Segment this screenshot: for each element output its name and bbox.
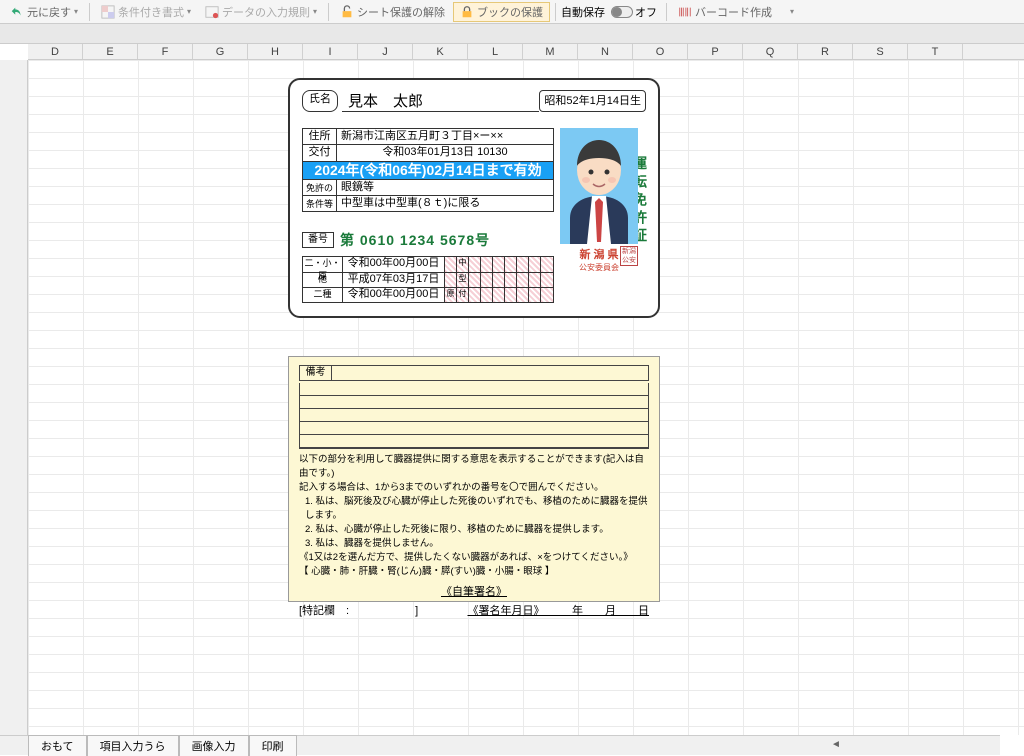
- column-header[interactable]: H: [248, 44, 303, 59]
- column-header[interactable]: I: [303, 44, 358, 59]
- row-headers: [0, 60, 28, 735]
- sheet-tab[interactable]: 印刷: [249, 735, 297, 756]
- cond-label-2: 条件等: [303, 196, 337, 211]
- date-value-1: 令和00年00月00日: [343, 257, 445, 272]
- column-header[interactable]: R: [798, 44, 853, 59]
- license-card-back: 備考 以下の部分を利用して臓器提供に関する意思を表示することができます(記入は自…: [288, 356, 660, 602]
- column-header[interactable]: N: [578, 44, 633, 59]
- column-header[interactable]: K: [413, 44, 468, 59]
- toolbar: 元に戻す ▾ 条件付き書式 ▾ データの入力規則 ▾ シート保護の解除 ブックの…: [0, 0, 1024, 24]
- sheet-tabs: おもて項目入力うら画像入力印刷: [0, 735, 1000, 755]
- addr-value: 新潟市江南区五月町３丁目×ー××: [337, 129, 553, 144]
- chevron-down-icon: ▾: [313, 7, 317, 16]
- num-label: 番号: [302, 232, 334, 248]
- column-headers: DEFGHIJKLMNOPQRST: [28, 44, 1024, 60]
- cond-format-label: 条件付き書式: [118, 4, 184, 20]
- separator: [328, 3, 329, 21]
- lock-icon: [460, 5, 474, 19]
- license-photo: [560, 128, 638, 244]
- date-label-2: 他: [303, 273, 343, 287]
- date-value-2: 平成07年03月17日: [343, 273, 445, 287]
- unlock-icon: [340, 5, 354, 19]
- license-card-front: 氏名 見本 太郎 昭和52年1月14日生 住所 新潟市江南区五月町３丁目×ー××…: [288, 78, 660, 318]
- seal: 新潟公安: [620, 246, 638, 266]
- column-header[interactable]: O: [633, 44, 688, 59]
- barcode-button[interactable]: バーコード作成: [672, 2, 778, 22]
- sheet-tab[interactable]: おもて: [28, 735, 87, 756]
- autosave-label: 自動保存: [561, 4, 605, 20]
- notes-lines: [299, 383, 649, 449]
- scroll-left-button[interactable]: ◄: [828, 735, 844, 755]
- sheet-tab[interactable]: 画像入力: [179, 735, 249, 756]
- date-label-1: 二・小・原: [303, 257, 343, 272]
- sheet-tab[interactable]: 項目入力うら: [87, 735, 179, 756]
- undo-button[interactable]: 元に戻す ▾: [4, 2, 84, 22]
- toggle-icon: [611, 6, 633, 18]
- validation-icon: [205, 5, 219, 19]
- autosave-state: オフ: [635, 4, 657, 20]
- cond-label-1: 免許の: [303, 180, 337, 195]
- spreadsheet-grid[interactable]: 氏名 見本 太郎 昭和52年1月14日生 住所 新潟市江南区五月町３丁目×ー××…: [28, 60, 1024, 735]
- column-header[interactable]: E: [83, 44, 138, 59]
- grid-icon: [101, 5, 115, 19]
- formula-bar-area: [0, 24, 1024, 44]
- column-header[interactable]: S: [853, 44, 908, 59]
- protect-book-label: ブックの保護: [477, 4, 543, 20]
- date-label-3: 二種: [303, 288, 343, 302]
- name-label: 氏名: [302, 90, 338, 112]
- issue-value: 令和03年01月13日 10130: [337, 145, 553, 161]
- column-header[interactable]: G: [193, 44, 248, 59]
- column-header[interactable]: F: [138, 44, 193, 59]
- chevron-down-icon: ▾: [187, 7, 191, 16]
- chevron-down-icon: ▾: [74, 7, 78, 16]
- data-validation-button[interactable]: データの入力規則 ▾: [199, 2, 323, 22]
- cond-format-button[interactable]: 条件付き書式 ▾: [95, 2, 197, 22]
- cond-value-1: 眼鏡等: [337, 180, 553, 195]
- chevron-down-icon: ▾: [790, 7, 794, 16]
- column-header[interactable]: P: [688, 44, 743, 59]
- separator: [555, 3, 556, 21]
- undo-icon: [10, 5, 24, 19]
- valid-until: 2024年(令和06年)02月14日まで有効: [302, 162, 554, 180]
- column-header[interactable]: J: [358, 44, 413, 59]
- signature-row: [特記欄 : ] 《署名年月日》 年 月 日: [299, 602, 649, 618]
- column-header[interactable]: L: [468, 44, 523, 59]
- column-header[interactable]: Q: [743, 44, 798, 59]
- donation-text: 以下の部分を利用して臓器提供に関する意思を表示することができます(記入は自由です…: [299, 453, 649, 579]
- notes-field: [332, 366, 648, 380]
- notes-label: 備考: [300, 366, 332, 380]
- undo-label: 元に戻す: [27, 4, 71, 20]
- name-value: 見本 太郎: [342, 90, 539, 112]
- autosave-toggle[interactable]: オフ: [611, 4, 657, 20]
- unprotect-sheet-label: シート保護の解除: [357, 4, 445, 20]
- num-value: 第 0610 1234 5678号: [340, 230, 490, 250]
- separator: [89, 3, 90, 21]
- column-header[interactable]: M: [523, 44, 578, 59]
- sign-date: 《署名年月日》 年 月 日: [468, 602, 650, 618]
- signature-label: 《自筆署名》: [299, 583, 649, 599]
- date-value-3: 令和00年00月00日: [343, 288, 445, 302]
- column-header[interactable]: T: [908, 44, 963, 59]
- issue-label: 交付: [303, 145, 337, 161]
- data-validation-label: データの入力規則: [222, 4, 310, 20]
- protect-book-button[interactable]: ブックの保護: [453, 2, 550, 22]
- unprotect-sheet-button[interactable]: シート保護の解除: [334, 2, 451, 22]
- barcode-icon: [678, 5, 692, 19]
- separator: [666, 3, 667, 21]
- license-dates-table: 二・小・原 令和00年00月00日 中 他 平成07: [302, 256, 554, 303]
- cond-value-2: 中型車は中型車(８ｔ)に限る: [337, 196, 553, 211]
- barcode-label: バーコード作成: [695, 4, 772, 20]
- column-header[interactable]: D: [28, 44, 83, 59]
- addr-label: 住所: [303, 129, 337, 144]
- birth-value: 昭和52年1月14日生: [539, 90, 646, 112]
